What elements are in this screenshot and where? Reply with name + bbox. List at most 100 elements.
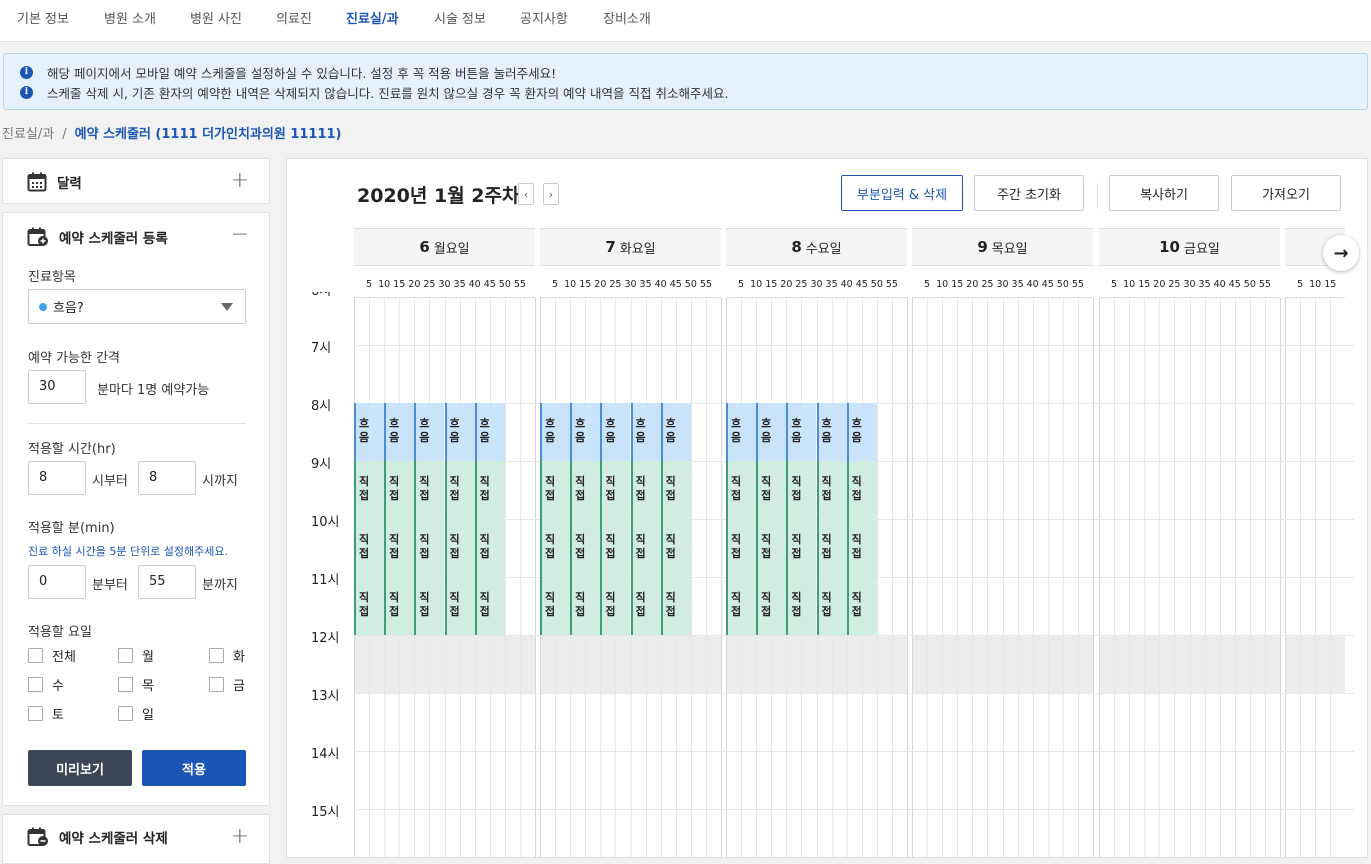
checkbox-box[interactable]: [118, 706, 133, 721]
appointment-slot-direct[interactable]: 직 접: [384, 519, 415, 577]
appointment-slot-heum[interactable]: 흐 음: [600, 403, 631, 461]
checkbox-box[interactable]: [28, 706, 43, 721]
appointment-slot-direct[interactable]: 직 접: [786, 461, 817, 519]
nav-tab-2[interactable]: 병원 소개: [104, 8, 156, 27]
preview-button[interactable]: 미리보기: [28, 750, 132, 786]
nav-tab-8[interactable]: 장비소개: [603, 8, 651, 27]
prev-week-button[interactable]: ‹: [518, 183, 534, 205]
next-week-button[interactable]: ›: [543, 183, 559, 205]
appointment-slot-direct[interactable]: 직 접: [540, 461, 571, 519]
appointment-slot-direct[interactable]: 직 접: [354, 519, 385, 577]
appointment-slot-direct[interactable]: 직 접: [600, 577, 631, 635]
nav-tab-7[interactable]: 공지사항: [520, 8, 568, 27]
appointment-slot-heum[interactable]: 흐 음: [414, 403, 445, 461]
checkbox-box[interactable]: [28, 648, 43, 663]
weekday-checkbox-6[interactable]: 금: [209, 675, 245, 694]
appointment-slot-heum[interactable]: 흐 음: [726, 403, 757, 461]
week-reset-button[interactable]: 주간 초기화: [974, 175, 1084, 211]
appointment-slot-heum[interactable]: 흐 음: [786, 403, 817, 461]
appointment-slot-direct[interactable]: 직 접: [726, 577, 757, 635]
nav-tab-3[interactable]: 병원 사진: [190, 8, 242, 27]
appointment-slot-direct[interactable]: 직 접: [630, 461, 661, 519]
breadcrumb-parent[interactable]: 진료실/과: [2, 127, 54, 142]
apply-button[interactable]: 적용: [142, 750, 246, 786]
interval-input[interactable]: 30: [28, 370, 86, 404]
appointment-slot-direct[interactable]: 직 접: [816, 577, 847, 635]
appointment-slot-direct[interactable]: 직 접: [846, 577, 877, 635]
appointment-slot-direct[interactable]: 직 접: [726, 519, 757, 577]
appointment-slot-direct[interactable]: 직 접: [786, 577, 817, 635]
weekday-checkbox-7[interactable]: 토: [28, 704, 64, 723]
appointment-slot-direct[interactable]: 직 접: [756, 461, 787, 519]
appointment-slot-direct[interactable]: 직 접: [630, 519, 661, 577]
hour-from-input[interactable]: 8: [28, 461, 86, 495]
appointment-slot-direct[interactable]: 직 접: [600, 519, 631, 577]
delete-panel-header[interactable]: 예약 스케줄러 삭제: [27, 827, 168, 847]
appointment-slot-direct[interactable]: 직 접: [384, 577, 415, 635]
scroll-right-button[interactable]: →: [1323, 235, 1359, 271]
appointment-slot-heum[interactable]: 흐 음: [630, 403, 661, 461]
nav-tab-1[interactable]: 기본 정보: [17, 8, 69, 27]
checkbox-box[interactable]: [209, 677, 224, 692]
appointment-slot-direct[interactable]: 직 접: [570, 519, 601, 577]
appointment-slot-direct[interactable]: 직 접: [660, 577, 691, 635]
appointment-slot-direct[interactable]: 직 접: [570, 461, 601, 519]
appointment-slot-direct[interactable]: 직 접: [600, 461, 631, 519]
checkbox-box[interactable]: [118, 648, 133, 663]
appointment-slot-direct[interactable]: 직 접: [660, 519, 691, 577]
weekday-checkbox-4[interactable]: 수: [28, 675, 64, 694]
appointment-slot-direct[interactable]: 직 접: [816, 461, 847, 519]
appointment-slot-direct[interactable]: 직 접: [354, 461, 385, 519]
weekday-checkbox-5[interactable]: 목: [118, 675, 154, 694]
appointment-slot-heum[interactable]: 흐 음: [570, 403, 601, 461]
nav-tab-4[interactable]: 의료진: [276, 8, 312, 27]
appointment-slot-direct[interactable]: 직 접: [570, 577, 601, 635]
appointment-slot-direct[interactable]: 직 접: [846, 461, 877, 519]
appointment-slot-direct[interactable]: 직 접: [384, 461, 415, 519]
appointment-slot-heum[interactable]: 흐 음: [756, 403, 787, 461]
appointment-slot-direct[interactable]: 직 접: [414, 577, 445, 635]
collapse-register-toggle[interactable]: −: [231, 224, 249, 246]
calendar-panel-header[interactable]: 달력: [27, 172, 82, 192]
appointment-slot-heum[interactable]: 흐 음: [384, 403, 415, 461]
checkbox-box[interactable]: [209, 648, 224, 663]
appointment-slot-direct[interactable]: 직 접: [726, 461, 757, 519]
appointment-slot-direct[interactable]: 직 접: [540, 577, 571, 635]
appointment-slot-direct[interactable]: 직 접: [540, 519, 571, 577]
nav-tab-6[interactable]: 시술 정보: [434, 8, 486, 27]
partial-edit-button[interactable]: 부분입력 & 삭제: [841, 175, 963, 211]
appointment-slot-direct[interactable]: 직 접: [414, 519, 445, 577]
minute-from-input[interactable]: 0: [28, 565, 86, 599]
appointment-slot-direct[interactable]: 직 접: [816, 519, 847, 577]
appointment-slot-direct[interactable]: 직 접: [354, 577, 385, 635]
minute-to-input[interactable]: 55: [138, 565, 196, 599]
weekday-checkbox-1[interactable]: 전체: [28, 646, 76, 665]
checkbox-box[interactable]: [118, 677, 133, 692]
appointment-slot-direct[interactable]: 직 접: [414, 461, 445, 519]
checkbox-box[interactable]: [28, 677, 43, 692]
nav-tab-5[interactable]: 진료실/과: [346, 8, 399, 27]
appointment-slot-direct[interactable]: 직 접: [756, 519, 787, 577]
register-panel-header[interactable]: 예약 스케줄러 등록: [27, 227, 168, 247]
weekday-checkbox-2[interactable]: 월: [118, 646, 154, 665]
paste-button[interactable]: 가져오기: [1231, 175, 1341, 211]
appointment-slot-direct[interactable]: 직 접: [474, 461, 505, 519]
appointment-slot-direct[interactable]: 직 접: [756, 577, 787, 635]
appointment-slot-direct[interactable]: 직 접: [444, 461, 475, 519]
appointment-slot-direct[interactable]: 직 접: [474, 577, 505, 635]
appointment-slot-heum[interactable]: 흐 음: [474, 403, 505, 461]
weekday-checkbox-8[interactable]: 일: [118, 704, 154, 723]
appointment-slot-direct[interactable]: 직 접: [786, 519, 817, 577]
appointment-slot-heum[interactable]: 흐 음: [846, 403, 877, 461]
appointment-slot-direct[interactable]: 직 접: [660, 461, 691, 519]
appointment-slot-heum[interactable]: 흐 음: [540, 403, 571, 461]
copy-button[interactable]: 복사하기: [1109, 175, 1219, 211]
appointment-slot-direct[interactable]: 직 접: [630, 577, 661, 635]
appointment-slot-heum[interactable]: 흐 음: [444, 403, 475, 461]
appointment-slot-direct[interactable]: 직 접: [444, 519, 475, 577]
appointment-slot-direct[interactable]: 직 접: [846, 519, 877, 577]
hour-to-input[interactable]: 8: [138, 461, 196, 495]
appointment-slot-direct[interactable]: 직 접: [474, 519, 505, 577]
treatment-item-select[interactable]: 흐음?: [28, 289, 246, 324]
weekday-checkbox-3[interactable]: 화: [209, 646, 245, 665]
